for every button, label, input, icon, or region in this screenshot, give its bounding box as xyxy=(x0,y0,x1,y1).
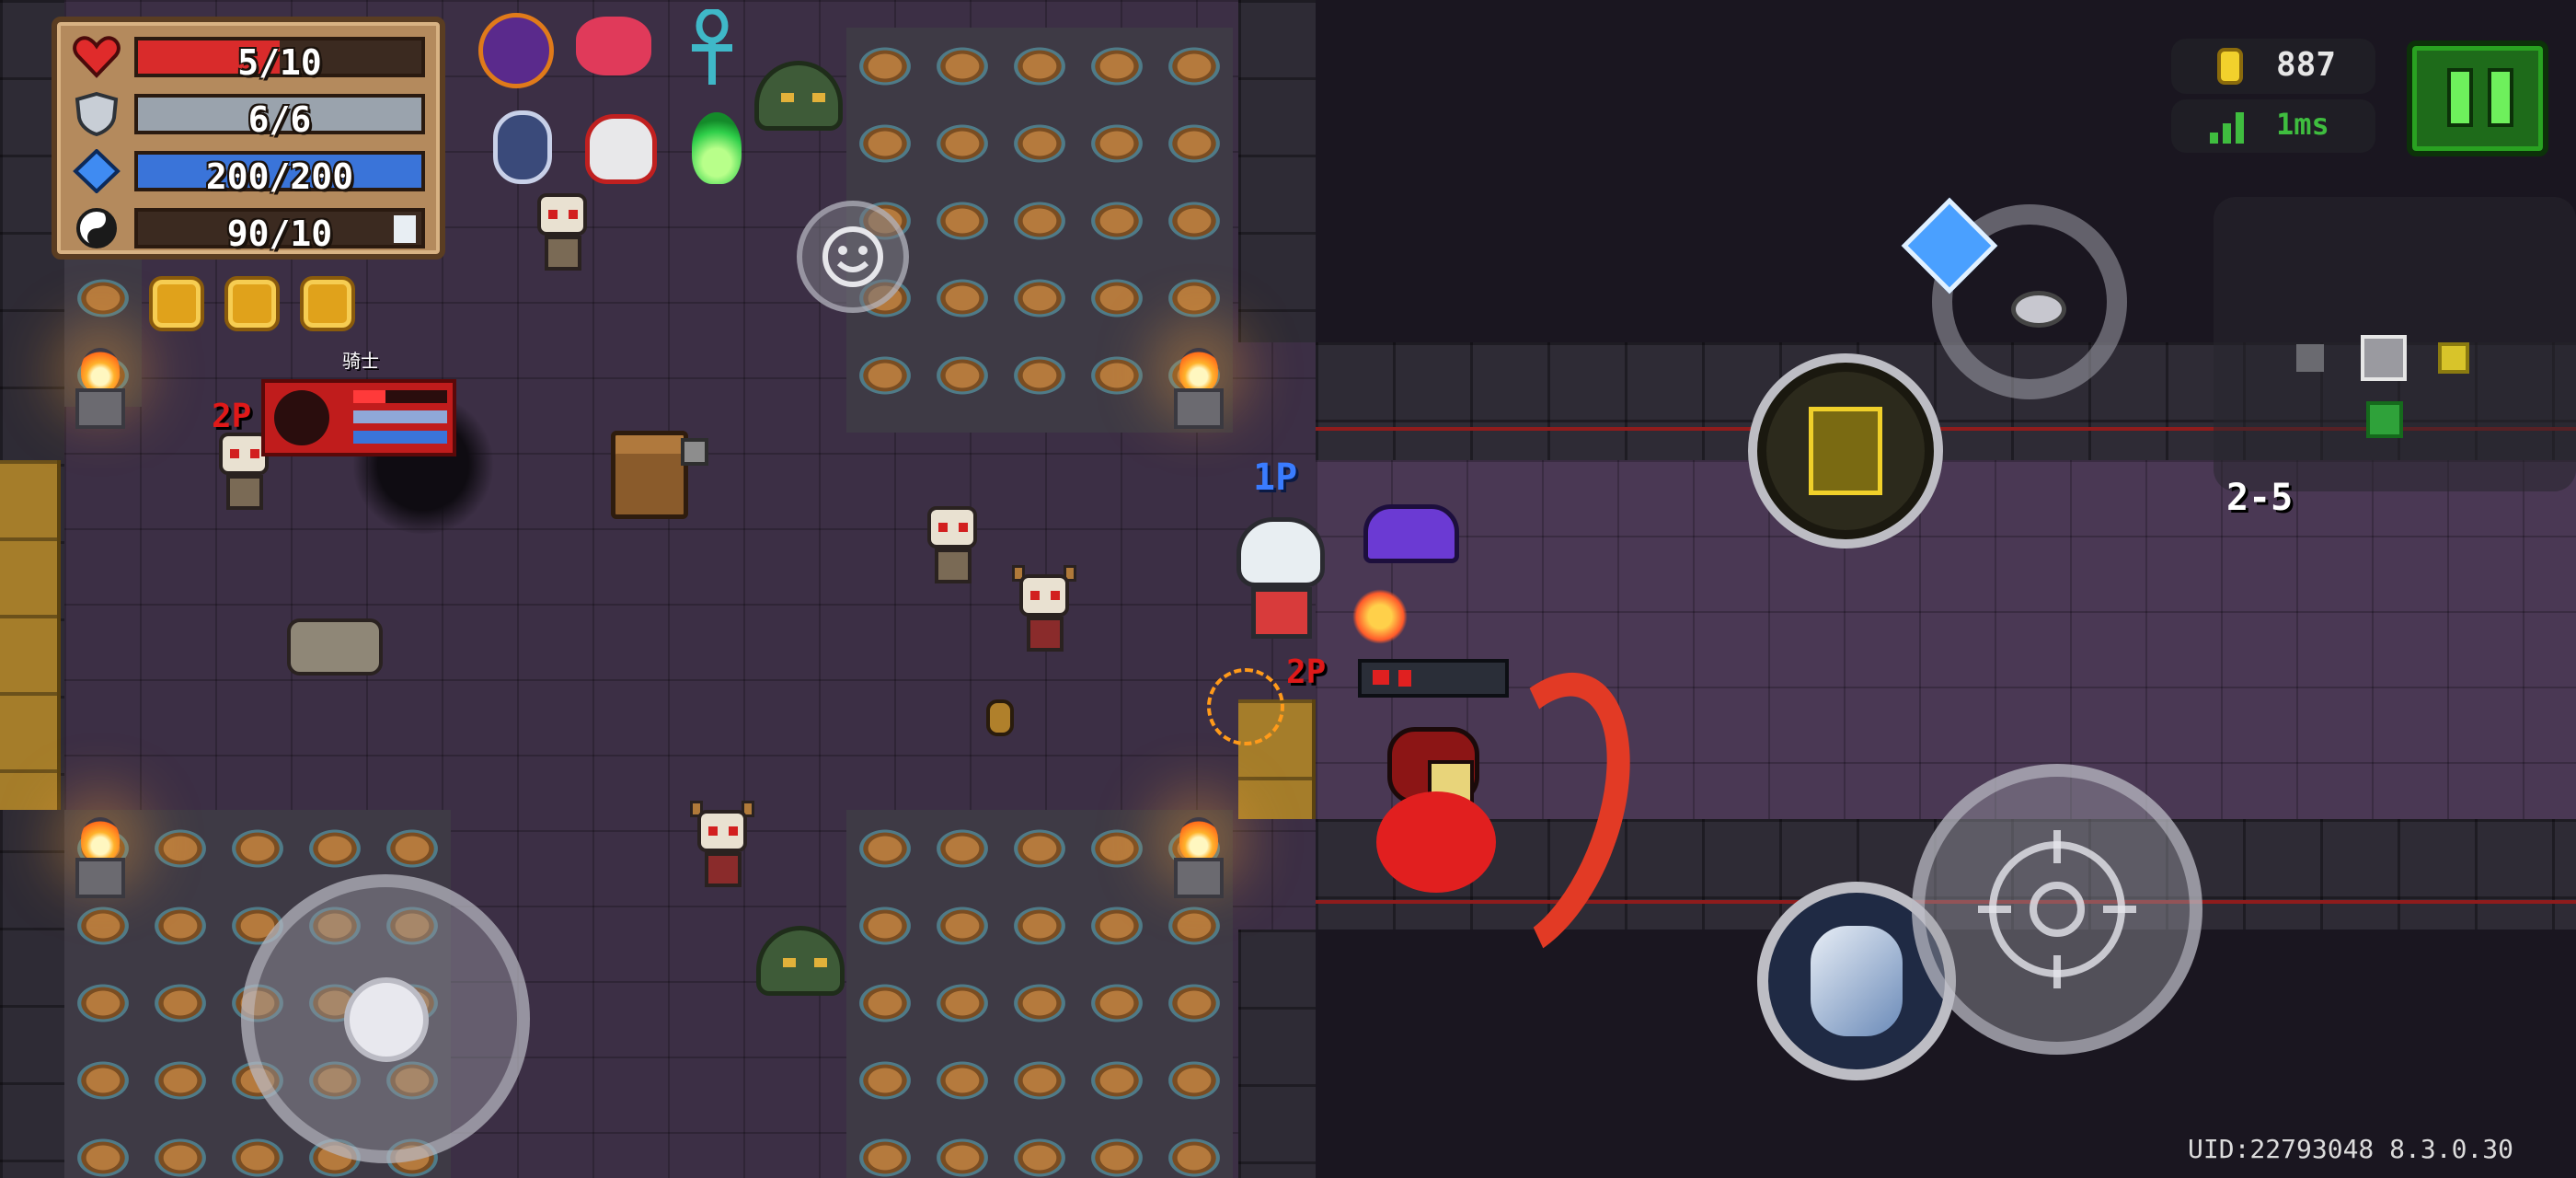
coin-panel: 887 xyxy=(2171,39,2375,94)
player-2-energy-bar xyxy=(353,431,447,444)
red-ring-icon xyxy=(2011,291,2066,328)
skeleton-soldier-enemy[interactable] xyxy=(911,497,994,589)
purple-bat-pet xyxy=(1363,504,1459,563)
player-2-mini-health xyxy=(1358,659,1509,698)
target-reticle xyxy=(1207,668,1284,745)
coin-icon xyxy=(2217,48,2243,85)
heart-icon xyxy=(1373,670,1389,685)
gold-badge-1-icon xyxy=(149,276,204,331)
armor-text: 6/6 xyxy=(247,99,312,140)
player-2-avatar xyxy=(274,390,329,445)
chest-lock-icon xyxy=(681,438,708,466)
torch-icon xyxy=(1167,348,1231,431)
level-indicator: 2-5 xyxy=(2226,477,2294,519)
pause-icon xyxy=(2488,68,2513,127)
gold-badge-3-icon xyxy=(300,276,355,331)
pause-button[interactable] xyxy=(2407,40,2548,156)
joystick-knob[interactable] xyxy=(344,977,429,1062)
skeleton-shaman-enemy[interactable] xyxy=(1003,565,1086,657)
minimap-event-room xyxy=(2438,342,2469,374)
player-2-name: 骑士 xyxy=(342,350,379,372)
skill-text: 90/10 xyxy=(226,214,333,254)
room-right-wall-upper xyxy=(1238,0,1316,342)
torch-icon xyxy=(1167,817,1231,900)
red-flower-icon xyxy=(576,17,651,75)
flaming-skull-icon xyxy=(585,114,657,184)
ping-value: 1ms xyxy=(2276,107,2329,142)
demon-helmet-icon xyxy=(478,13,554,88)
player-2-status-card xyxy=(261,379,456,456)
heart-icon xyxy=(72,35,121,79)
player-2-health-bar xyxy=(353,390,447,403)
attack-button[interactable] xyxy=(1912,764,2202,1055)
skill-ready-indicator xyxy=(394,215,416,243)
skeleton-shaman-enemy[interactable] xyxy=(681,801,764,893)
torch-icon xyxy=(68,817,132,900)
minimap-start-room xyxy=(2366,401,2403,438)
green-flame-icon xyxy=(692,112,742,184)
grenade-item-icon[interactable] xyxy=(986,699,1014,736)
emote-button[interactable] xyxy=(797,201,909,313)
treasure-chest-icon[interactable] xyxy=(611,431,688,519)
movement-joystick[interactable] xyxy=(241,874,530,1163)
energy-bar: 200/200 xyxy=(134,151,425,197)
uid-version-label: UID:22793048 8.3.0.30 xyxy=(2188,1134,2514,1164)
armor-bar: 6/6 xyxy=(134,94,425,140)
ping-panel: 1ms xyxy=(2171,99,2375,153)
fire-projectile xyxy=(1352,589,1408,644)
bone-dog-enemy[interactable] xyxy=(287,618,383,676)
crate-column xyxy=(0,460,61,810)
player-1-tag: 1P xyxy=(1253,456,1298,499)
pause-icon xyxy=(2447,68,2473,127)
smiley-icon xyxy=(822,226,883,287)
player-2-armor-bar xyxy=(353,410,447,423)
minimap-room xyxy=(2296,344,2324,372)
shield-icon xyxy=(72,91,121,137)
diamond-icon xyxy=(72,148,121,194)
health-bar: 5/10 xyxy=(134,37,425,83)
skill-portrait-icon xyxy=(1811,926,1903,1036)
player-1-character xyxy=(1224,508,1338,646)
crosshair-icon xyxy=(1978,830,2136,988)
torch-icon xyxy=(68,348,132,431)
golden-scroll-weapon-icon xyxy=(1809,407,1882,495)
weapon-slot-button[interactable] xyxy=(1748,353,1943,549)
shield-orb-icon xyxy=(493,110,552,184)
gold-badge-2-icon xyxy=(224,276,280,331)
coin-count: 887 xyxy=(2276,46,2337,84)
skill-bar: 90/10 xyxy=(134,208,425,254)
room-right-wall-lower xyxy=(1238,930,1316,1178)
ankh-icon xyxy=(686,7,738,87)
signal-icon xyxy=(2210,112,2244,144)
energy-text: 200/200 xyxy=(205,156,354,197)
minimap-current-room xyxy=(2361,335,2407,381)
player-stats-panel: 5/10 6/6 200/200 90/10 xyxy=(52,17,445,260)
player-2-tag: 2P xyxy=(212,398,252,435)
minimap[interactable] xyxy=(2214,197,2576,491)
yin-yang-icon xyxy=(72,206,121,250)
skeleton-soldier-enemy[interactable] xyxy=(521,184,604,276)
health-text: 5/10 xyxy=(237,42,322,83)
player-2-tag-near: 2P xyxy=(1286,653,1327,691)
